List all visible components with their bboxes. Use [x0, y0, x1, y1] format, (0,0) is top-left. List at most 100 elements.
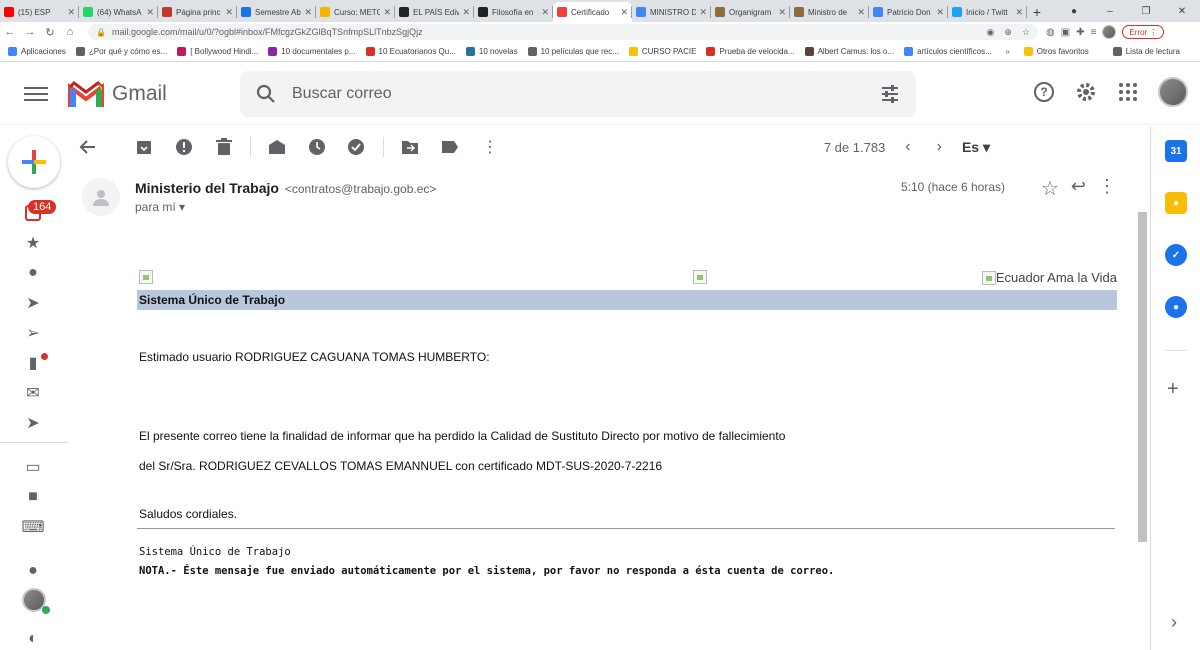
settings-gear-icon[interactable]: [1074, 80, 1098, 104]
bookmark-item[interactable]: 10 novelas: [465, 47, 518, 56]
reply-icon[interactable]: ↩: [1071, 176, 1086, 201]
reading-list-icon[interactable]: ≡: [1091, 27, 1097, 38]
labels-icon[interactable]: [430, 127, 470, 167]
sender-name[interactable]: Ministerio del Trabajo: [135, 180, 279, 196]
close-window-icon[interactable]: ✕: [1164, 0, 1200, 22]
browser-tab[interactable]: (64) WhatsA ✕: [79, 2, 158, 22]
minimize-icon[interactable]: –: [1092, 0, 1128, 22]
browser-tab[interactable]: Página princ ✕: [158, 2, 237, 22]
sent-icon[interactable]: ➢: [24, 324, 42, 342]
back-to-inbox-icon[interactable]: [68, 127, 108, 167]
tab-close-icon[interactable]: ✕: [225, 7, 233, 18]
browser-tab[interactable]: Inicio / Twitt ✕: [948, 2, 1027, 22]
apps-grid-icon[interactable]: [1116, 80, 1140, 104]
bookmark-item[interactable]: Prueba de velocida...: [706, 47, 795, 56]
tab-close-icon[interactable]: ✕: [857, 7, 865, 18]
label-icon[interactable]: ➤: [24, 414, 42, 432]
browser-tab[interactable]: Organigram ✕: [711, 2, 790, 22]
hangouts-icon[interactable]: ●: [24, 562, 42, 580]
browser-tab[interactable]: Patricio Don ✕: [869, 2, 948, 22]
calendar-icon[interactable]: 31: [1165, 140, 1187, 162]
more-bookmarks-icon[interactable]: »: [1005, 47, 1009, 56]
show-side-panel-chevron-icon[interactable]: ›: [1171, 612, 1177, 633]
extension-icon-2[interactable]: ▣: [1061, 27, 1070, 38]
keep-icon[interactable]: ●: [1165, 192, 1187, 214]
other-favorites[interactable]: Otros favoritos: [1023, 47, 1089, 56]
contacts-panel-icon[interactable]: ●: [1165, 296, 1187, 318]
snooze-icon[interactable]: [297, 127, 337, 167]
reading-list[interactable]: Lista de lectura: [1112, 47, 1180, 56]
recipient-toggle[interactable]: para mí ▾: [135, 200, 185, 214]
search-icon[interactable]: [256, 84, 276, 104]
newer-chevron-icon[interactable]: ‹: [899, 138, 916, 156]
profile-avatar-small[interactable]: [1102, 25, 1117, 39]
bookmark-item[interactable]: [ Bollywood Hindi...: [177, 47, 258, 56]
search-options-icon[interactable]: [880, 84, 900, 104]
bookmark-item[interactable]: CURSO PACIE: [628, 47, 696, 56]
snoozed-clock-icon[interactable]: ●: [24, 264, 42, 282]
bookmark-item[interactable]: 10 documentales p...: [268, 47, 356, 56]
compose-button[interactable]: [8, 136, 60, 188]
get-addons-plus-icon[interactable]: +: [1167, 378, 1179, 401]
zoom-icon[interactable]: ⊕: [1004, 27, 1012, 38]
help-icon[interactable]: ?: [1032, 80, 1056, 104]
tab-close-icon[interactable]: ✕: [778, 7, 786, 18]
browser-tab[interactable]: Certificado ✕: [553, 2, 632, 22]
tasks-icon[interactable]: ✓: [1165, 244, 1187, 266]
reload-icon[interactable]: ↻: [40, 26, 60, 39]
forward-icon[interactable]: →: [20, 26, 40, 38]
tab-close-icon[interactable]: ✕: [383, 7, 391, 18]
main-menu-icon[interactable]: [24, 86, 48, 101]
maximize-icon[interactable]: ❐: [1128, 0, 1164, 22]
browser-tab[interactable]: MINISTRO D ✕: [632, 2, 711, 22]
tab-close-icon[interactable]: ✕: [1015, 7, 1023, 18]
keyboard-icon[interactable]: ⌨: [21, 518, 44, 536]
extension-icon[interactable]: ◍: [1046, 27, 1055, 38]
drafts-icon[interactable]: ▮: [24, 354, 42, 372]
tab-close-icon[interactable]: ✕: [462, 7, 470, 18]
tab-search-icon[interactable]: ●: [1056, 0, 1092, 22]
tab-close-icon[interactable]: ✕: [699, 7, 707, 18]
meet-join-icon[interactable]: ■: [24, 488, 42, 506]
more-options-icon[interactable]: ⋮: [470, 127, 510, 167]
browser-tab[interactable]: EL PAÍS Ediv ✕: [395, 2, 474, 22]
bookmark-item[interactable]: 10 Ecuatorianos Qu...: [365, 47, 456, 56]
bookmark-item[interactable]: Aplicaciones: [8, 47, 66, 56]
new-tab-button[interactable]: +: [1027, 2, 1047, 22]
gmail-logo[interactable]: Gmail: [68, 80, 167, 107]
browser-tab[interactable]: Ministro de ✕: [790, 2, 869, 22]
tab-close-icon[interactable]: ✕: [67, 7, 75, 18]
language-select[interactable]: Es ▾: [962, 139, 990, 156]
star-icon[interactable]: ☆: [1041, 176, 1059, 201]
account-avatar[interactable]: [1158, 77, 1188, 107]
back-icon[interactable]: ←: [0, 26, 20, 38]
tab-close-icon[interactable]: ✕: [304, 7, 312, 18]
tab-close-icon[interactable]: ✕: [146, 7, 154, 18]
tab-close-icon[interactable]: ✕: [620, 7, 628, 18]
error-button[interactable]: Error ⋮: [1122, 25, 1165, 39]
browser-tab[interactable]: (15) ESP ✕: [0, 2, 79, 22]
tab-close-icon[interactable]: ✕: [936, 7, 944, 18]
add-task-icon[interactable]: [337, 127, 377, 167]
browser-tab[interactable]: Filosofía en ✕: [474, 2, 553, 22]
bookmark-item[interactable]: 10 películas que rec...: [527, 47, 619, 56]
report-spam-icon[interactable]: [164, 127, 204, 167]
star-bookmark-icon[interactable]: ☆: [1022, 27, 1030, 38]
extensions-puzzle-icon[interactable]: ✚: [1076, 27, 1084, 38]
url-field[interactable]: 🔒 mail.google.com/mail/u/0/?ogbl#inbox/F…: [88, 24, 1038, 40]
browser-tab[interactable]: Semestre Ab ✕: [237, 2, 316, 22]
delete-icon[interactable]: [204, 127, 244, 167]
message-more-icon[interactable]: ⋮: [1098, 176, 1116, 201]
meet-new-icon[interactable]: ▭: [24, 458, 42, 476]
mark-unread-icon[interactable]: [257, 127, 297, 167]
search-input[interactable]: Buscar correo: [292, 85, 880, 103]
eye-icon[interactable]: ◉: [987, 27, 995, 38]
bookmark-item[interactable]: ¿Por qué y cómo es...: [75, 47, 167, 56]
older-chevron-icon[interactable]: ›: [931, 138, 948, 156]
tab-close-icon[interactable]: ✕: [541, 7, 549, 18]
important-icon[interactable]: ➤: [24, 294, 42, 312]
search-bar[interactable]: Buscar correo: [240, 71, 916, 117]
starred-icon[interactable]: ★: [24, 234, 42, 252]
move-to-icon[interactable]: [390, 127, 430, 167]
bookmark-item[interactable]: artículos científicos...: [904, 47, 992, 56]
